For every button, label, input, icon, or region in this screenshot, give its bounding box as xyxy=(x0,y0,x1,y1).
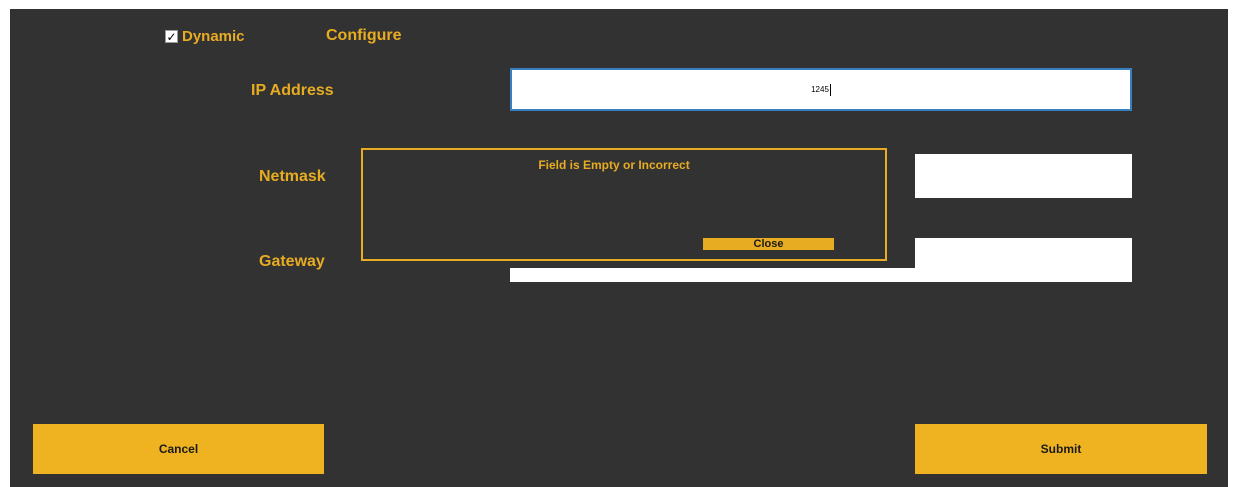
ip-address-value: 1245 xyxy=(811,85,829,94)
text-caret xyxy=(829,83,831,96)
configure-tab[interactable]: Configure xyxy=(326,27,402,45)
netmask-input[interactable] xyxy=(915,154,1132,198)
gateway-input-overflow[interactable] xyxy=(915,238,1132,282)
dynamic-checkbox[interactable]: ✓ xyxy=(165,30,178,43)
check-icon: ✓ xyxy=(166,29,177,44)
ip-address-label: IP Address xyxy=(251,82,334,99)
dynamic-toggle[interactable]: ✓ Dynamic xyxy=(165,28,245,45)
error-message: Field is Empty or Incorrect xyxy=(538,158,690,172)
gateway-label: Gateway xyxy=(259,253,325,270)
cancel-label: Cancel xyxy=(158,442,199,456)
error-dialog: Field is Empty or Incorrect Close xyxy=(361,148,887,261)
netmask-label: Netmask xyxy=(259,168,326,185)
dynamic-label: Dynamic xyxy=(182,28,245,45)
submit-button[interactable]: Submit xyxy=(915,424,1207,474)
close-button[interactable]: Close xyxy=(703,238,834,250)
cancel-button[interactable]: Cancel xyxy=(33,424,324,474)
gateway-input[interactable] xyxy=(510,268,920,282)
ip-address-input[interactable]: 1245 xyxy=(510,68,1132,111)
submit-label: Submit xyxy=(1040,442,1082,456)
